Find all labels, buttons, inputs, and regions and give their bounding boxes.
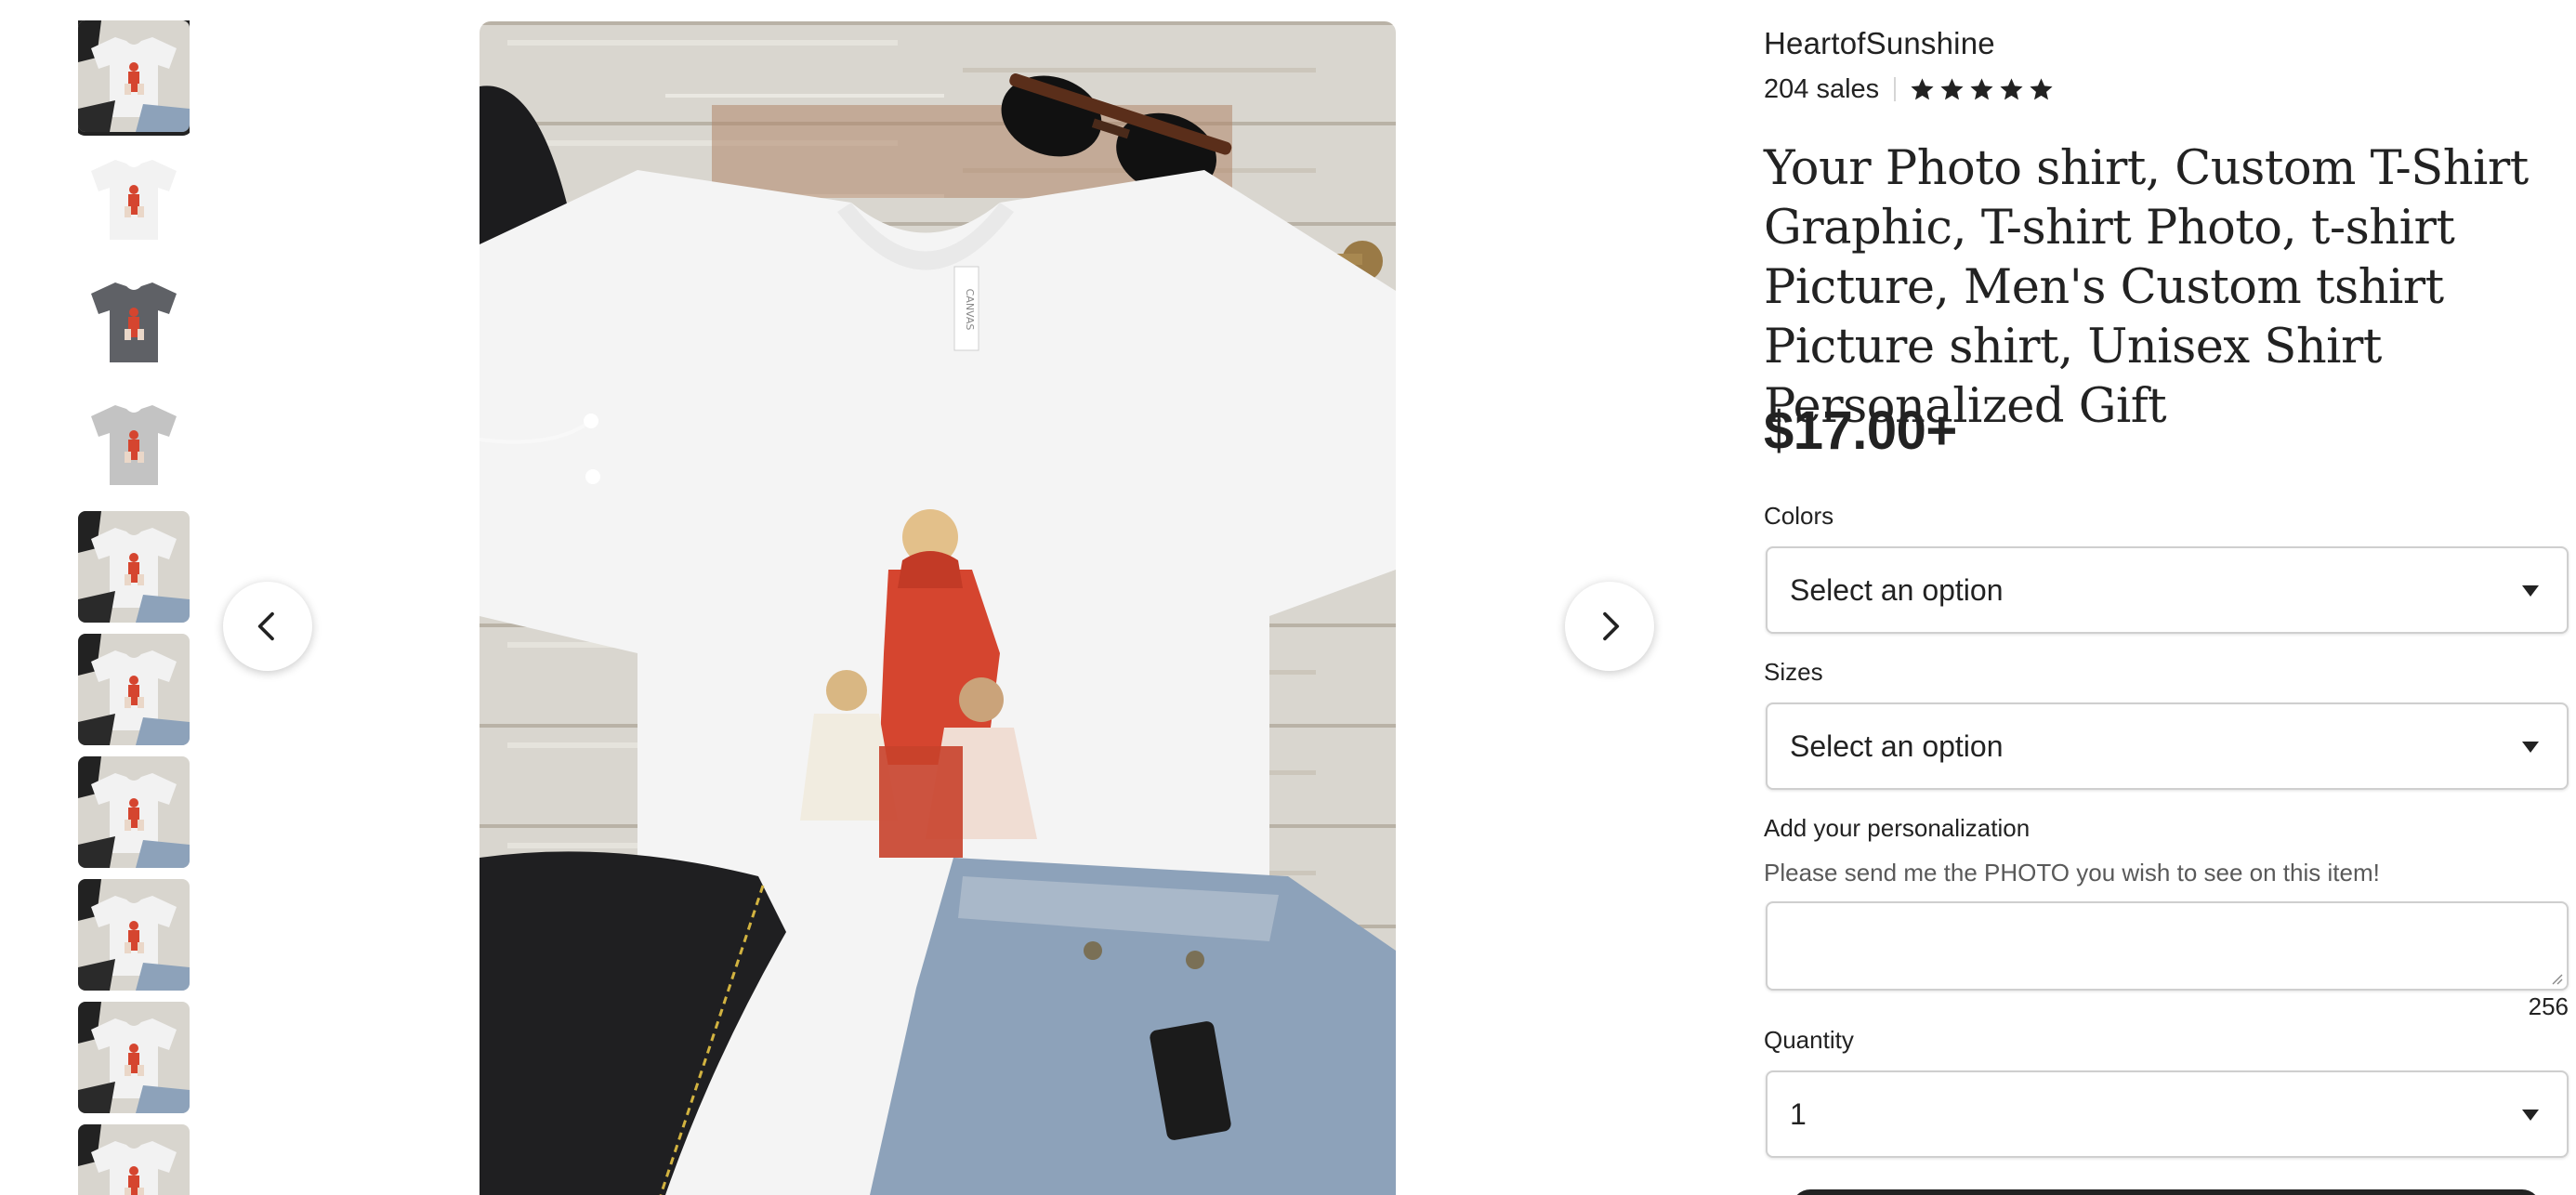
thumbnail-image [78, 1002, 190, 1113]
caret-down-icon [2522, 1110, 2539, 1121]
thumbnail-7[interactable] [78, 756, 190, 868]
thumbnail-9[interactable] [78, 1002, 190, 1113]
product-price: $17.00+ [1764, 401, 1957, 461]
thumbnail-10[interactable] [78, 1124, 190, 1195]
thumbnail-5[interactable] [78, 511, 190, 623]
star-icon [2000, 77, 2023, 99]
personalization-textarea[interactable] [1766, 901, 2569, 991]
colors-label: Colors [1764, 502, 1834, 530]
star-icon [1940, 77, 1964, 99]
sizes-select-value: Select an option [1790, 729, 2004, 763]
personalization-help-text: Please send me the PHOTO you wish to see… [1764, 859, 2380, 886]
thumbnail-8[interactable] [78, 879, 190, 991]
star-icon [1970, 77, 1993, 99]
sizes-select[interactable]: Select an option [1766, 703, 2569, 790]
main-product-image[interactable]: CANVAS [480, 21, 1396, 1195]
next-image-button[interactable] [1565, 582, 1654, 671]
personalization-label: Add your personalization [1764, 814, 2031, 842]
thumbnail-image [78, 756, 190, 868]
sizes-label: Sizes [1764, 658, 1823, 686]
thumbnail-image [78, 511, 190, 623]
quantity-label: Quantity [1764, 1026, 1854, 1054]
thumbnail-3[interactable] [78, 266, 190, 377]
chevron-left-icon [257, 611, 274, 641]
divider [1894, 77, 1897, 101]
quantity-select[interactable]: 1 [1766, 1070, 2569, 1158]
thumbnail-rail [78, 20, 190, 1195]
colors-select-value: Select an option [1790, 572, 2004, 607]
thumbnail-image [78, 20, 190, 132]
shop-name-link[interactable]: HeartofSunshine [1764, 26, 1995, 61]
resize-handle-icon[interactable] [2550, 972, 2563, 985]
caret-down-icon [2522, 742, 2539, 753]
previous-image-button[interactable] [223, 582, 312, 671]
thumbnail-image [78, 634, 190, 745]
thumbnail-image [78, 879, 190, 991]
chevron-right-icon [1603, 611, 1620, 641]
colors-select[interactable]: Select an option [1766, 546, 2569, 634]
thumbnail-image [78, 388, 190, 500]
shirt-tag-text: CANVAS [964, 289, 976, 331]
quantity-select-value: 1 [1790, 1097, 1807, 1131]
thumbnail-image [78, 1124, 190, 1195]
character-counter: 256 [2528, 992, 2569, 1020]
thumbnail-image [78, 143, 190, 255]
add-to-cart-button[interactable] [1792, 1189, 2541, 1195]
star-icon [2030, 77, 2053, 99]
thumbnail-4[interactable] [78, 388, 190, 500]
sales-count: 204 sales [1764, 73, 1880, 104]
thumbnail-1[interactable] [78, 20, 190, 136]
star-icon [1911, 77, 1934, 99]
product-title: Your Photo shirt, Custom T-Shirt Graphic… [1764, 141, 2529, 434]
shop-stats: 204 sales [1764, 71, 2055, 108]
caret-down-icon [2522, 585, 2539, 597]
star-rating[interactable] [1909, 76, 2055, 103]
thumbnail-6[interactable] [78, 634, 190, 745]
product-photo: CANVAS [480, 21, 1396, 1195]
thumbnail-2[interactable] [78, 143, 190, 255]
thumbnail-image [78, 266, 190, 377]
